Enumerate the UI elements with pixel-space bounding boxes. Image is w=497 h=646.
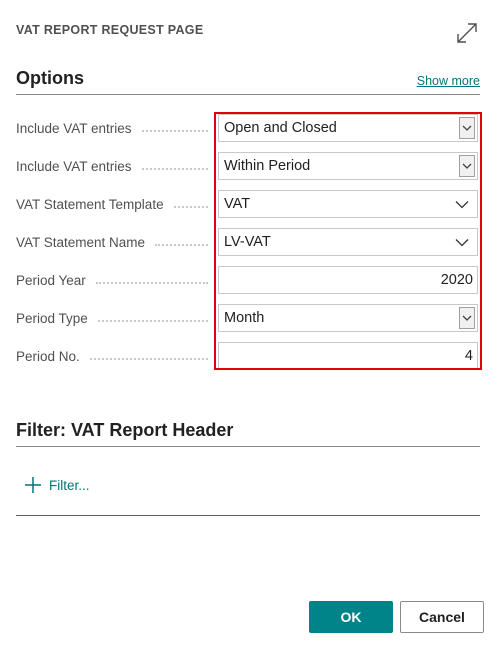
field-label-period-type: Period Type — [16, 304, 214, 332]
include-vat-entries-period-select[interactable]: Within Period — [218, 152, 478, 180]
chevron-down-icon — [462, 163, 472, 169]
dialog-title: VAT REPORT REQUEST PAGE — [16, 23, 204, 37]
period-year-input[interactable]: 2020 — [218, 266, 478, 294]
field-value: Month — [224, 310, 265, 326]
dropdown-button[interactable] — [459, 155, 475, 177]
field-value: Open and Closed — [224, 120, 337, 136]
field-value: 2020 — [440, 272, 473, 288]
chevron-down-icon — [462, 125, 472, 131]
label-text: Include VAT entries — [16, 120, 132, 136]
add-filter-button[interactable]: Filter... — [24, 476, 90, 494]
include-vat-entries-select[interactable]: Open and Closed — [218, 114, 478, 142]
field-label-period-no: Period No. — [16, 342, 214, 370]
filter-title: Filter: VAT Report Header — [16, 420, 234, 440]
label-text: Period No. — [16, 348, 80, 364]
label-text: VAT Statement Template — [16, 196, 164, 212]
show-more-link[interactable]: Show more — [417, 74, 480, 88]
vat-statement-template-lookup[interactable]: VAT — [218, 190, 478, 218]
field-label-vat-statement-template: VAT Statement Template — [16, 190, 214, 218]
options-section-header: Options Show more — [16, 68, 480, 95]
field-value: Within Period — [224, 158, 311, 174]
field-value: LV-VAT — [224, 234, 271, 250]
field-label-period-year: Period Year — [16, 266, 214, 294]
ok-button[interactable]: OK — [309, 601, 393, 633]
field-label-include-vat-entries-period: Include VAT entries — [16, 152, 214, 180]
expand-arrows-icon[interactable] — [455, 21, 479, 45]
label-text: VAT Statement Name — [16, 234, 146, 250]
plus-icon — [25, 477, 41, 493]
cancel-button[interactable]: Cancel — [400, 601, 484, 633]
chevron-down-icon[interactable] — [453, 233, 471, 251]
dropdown-button[interactable] — [459, 307, 475, 329]
period-type-select[interactable]: Month — [218, 304, 478, 332]
field-value: VAT — [224, 196, 251, 212]
chevron-down-icon — [462, 315, 472, 321]
chevron-down-icon[interactable] — [453, 195, 471, 213]
field-label-vat-statement-name: VAT Statement Name — [16, 228, 214, 256]
field-value: 4 — [464, 348, 473, 364]
label-text: Period Type — [16, 310, 88, 326]
filter-section-header: Filter: VAT Report Header — [16, 420, 480, 447]
add-filter-label: Filter... — [49, 477, 90, 493]
label-text: Period Year — [16, 272, 86, 288]
filter-divider — [16, 515, 480, 516]
vat-statement-name-lookup[interactable]: LV-VAT — [218, 228, 478, 256]
period-no-input[interactable]: 4 — [218, 342, 478, 370]
dropdown-button[interactable] — [459, 117, 475, 139]
field-label-include-vat-entries: Include VAT entries — [16, 114, 214, 142]
options-title: Options — [16, 68, 84, 88]
label-text: Include VAT entries — [16, 158, 132, 174]
